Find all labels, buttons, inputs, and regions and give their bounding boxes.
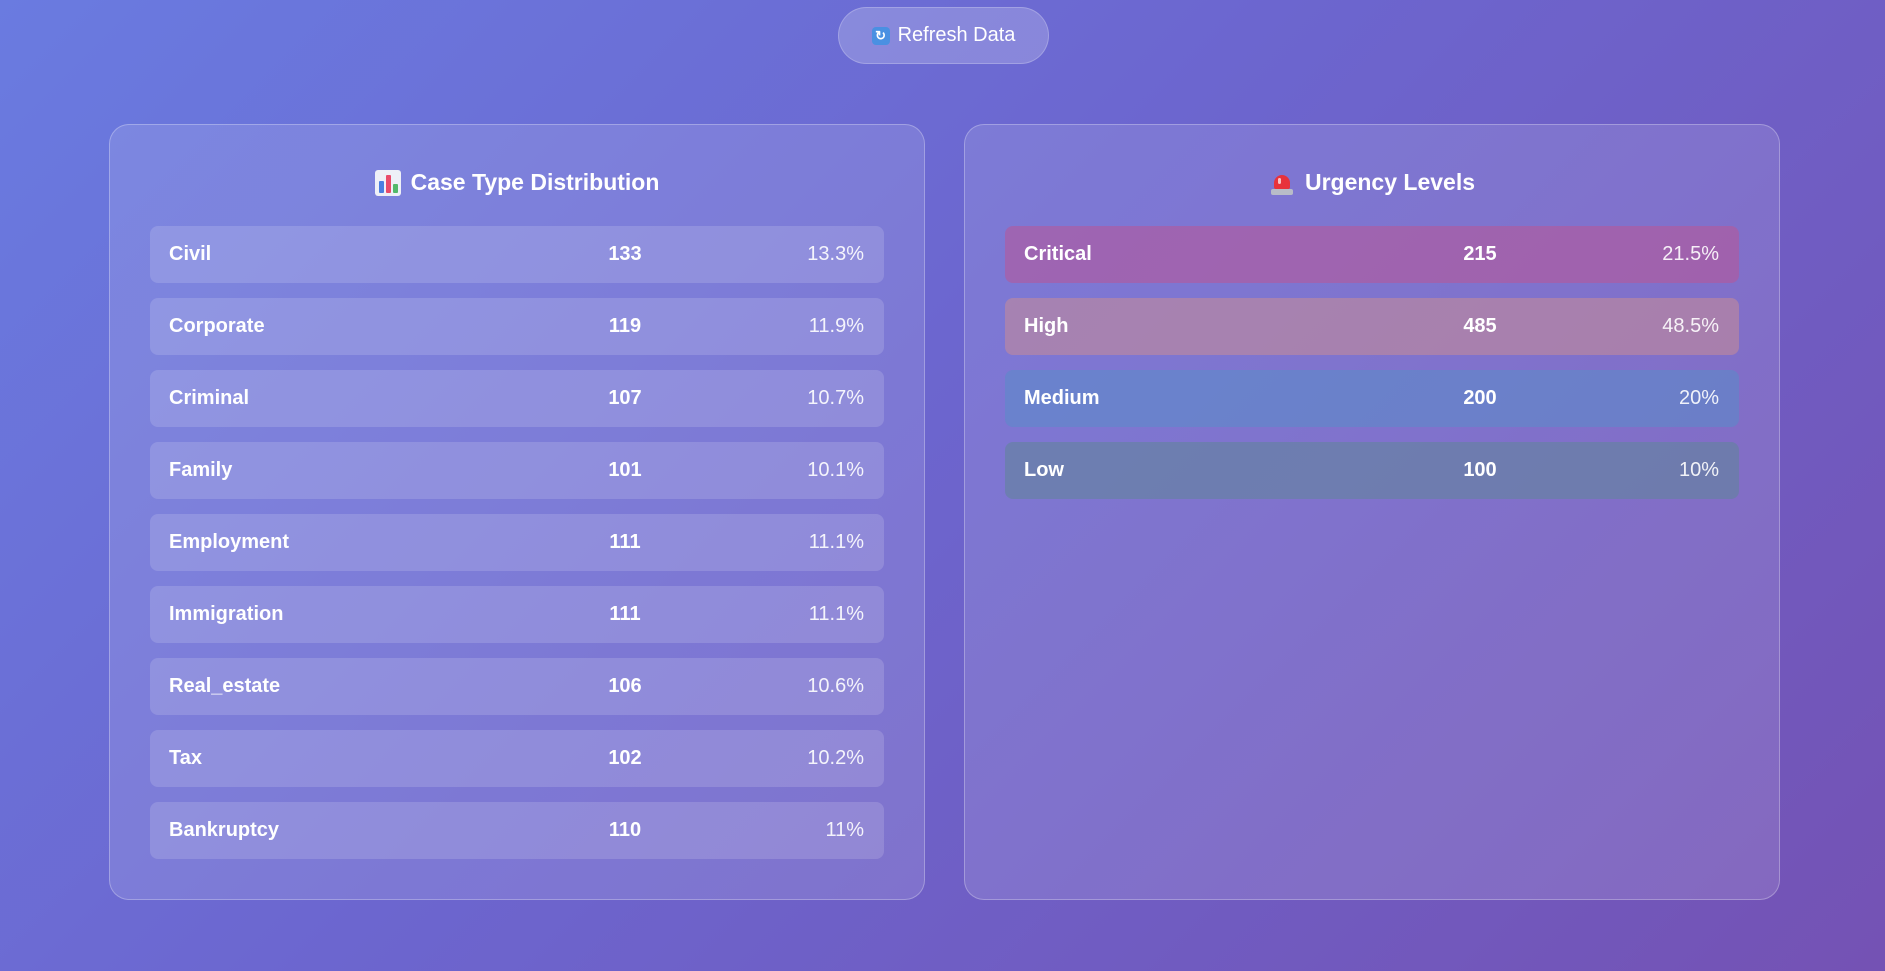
urgency-row-high: High 485 48.5% [1005,298,1739,355]
urgency-label: Critical [1024,243,1092,265]
refresh-data-label: Refresh Data [897,24,1016,46]
case-type-percent: 11% [825,819,864,841]
case-type-row: Immigration 111 11.1% [150,586,884,643]
urgency-label: High [1024,315,1069,337]
urgency-percent: 48.5% [1662,315,1719,337]
case-type-row: Bankruptcy 110 11% [150,802,884,859]
case-type-percent: 13.3% [807,243,864,265]
case-type-row: Corporate 119 11.9% [150,298,884,355]
case-type-label: Real_estate [169,675,281,697]
case-type-percent: 10.1% [807,459,864,481]
case-type-row: Employment 111 11.1% [150,514,884,571]
urgency-count: 485 [1463,315,1497,337]
case-type-count: 119 [608,315,642,337]
case-type-label: Immigration [169,603,284,625]
case-type-count: 110 [608,819,642,841]
urgency-count: 100 [1463,459,1497,481]
case-type-count: 107 [608,387,642,409]
urgency-list: Critical 215 21.5% High 485 48.5% Medium… [1005,226,1739,514]
case-type-row: Civil 133 13.3% [150,226,884,283]
case-type-count: 111 [609,603,641,625]
case-type-title: Case Type Distribution [110,169,924,196]
case-type-label: Tax [169,747,202,769]
urgency-row-low: Low 100 10% [1005,442,1739,499]
case-type-label: Criminal [169,387,250,409]
urgency-label: Low [1024,459,1064,481]
urgency-label: Medium [1024,387,1100,409]
urgency-levels-panel: Urgency Levels Critical 215 21.5% High 4… [964,124,1780,900]
case-type-row: Criminal 107 10.7% [150,370,884,427]
urgency-count: 200 [1463,387,1497,409]
case-type-label: Bankruptcy [169,819,280,841]
urgency-percent: 10% [1678,459,1719,481]
urgency-count: 215 [1463,243,1497,265]
urgency-row-critical: Critical 215 21.5% [1005,226,1739,283]
case-type-percent: 10.6% [807,675,864,697]
urgency-title: Urgency Levels [965,169,1779,196]
case-type-row: Real_estate 106 10.6% [150,658,884,715]
case-type-count: 133 [608,243,642,265]
urgency-row-medium: Medium 200 20% [1005,370,1739,427]
case-type-label: Family [169,459,233,481]
case-type-row: Tax 102 10.2% [150,730,884,787]
case-type-label: Employment [169,531,290,553]
siren-icon [1269,170,1295,196]
case-type-count: 101 [608,459,642,481]
case-type-count: 106 [608,675,642,697]
case-type-label: Corporate [169,315,265,337]
case-type-percent: 10.2% [807,747,864,769]
case-type-list: Civil 133 13.3% Corporate 119 11.9% Crim… [150,226,884,874]
case-type-percent: 11.1% [808,603,864,625]
case-type-distribution-panel: Case Type Distribution Civil 133 13.3% C… [109,124,925,900]
urgency-percent: 20% [1678,387,1719,409]
bar-chart-icon [374,169,401,196]
case-type-count: 111 [609,531,641,553]
case-type-percent: 10.7% [807,387,864,409]
urgency-title-text: Urgency Levels [1304,169,1476,195]
case-type-row: Family 101 10.1% [150,442,884,499]
case-type-count: 102 [608,747,642,769]
urgency-percent: 21.5% [1662,243,1719,265]
refresh-icon: ↻ [871,26,890,45]
case-type-percent: 11.1% [808,531,864,553]
case-type-title-text: Case Type Distribution [410,169,660,195]
case-type-label: Civil [169,243,212,265]
case-type-percent: 11.9% [808,315,864,337]
refresh-data-button[interactable]: ↻ Refresh Data [838,7,1049,64]
